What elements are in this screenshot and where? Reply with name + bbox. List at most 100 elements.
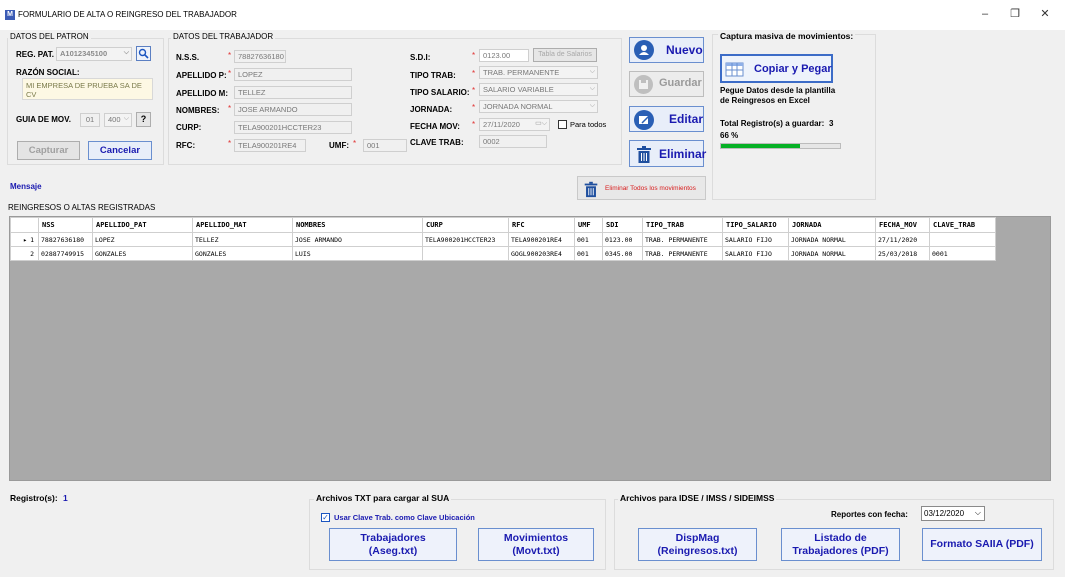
nss-label: N.S.S. bbox=[176, 53, 200, 62]
saiia-label: Formato SAIIA (PDF) bbox=[930, 538, 1034, 550]
editar-button[interactable]: Editar bbox=[629, 106, 704, 132]
guardar-button[interactable]: Guardar bbox=[629, 71, 704, 97]
fecha-mov-picker[interactable]: 27/11/2020 ▭⌵ bbox=[479, 118, 550, 131]
capturar-button[interactable]: Capturar bbox=[17, 141, 80, 160]
listado-label-2: Trabajadores (PDF) bbox=[792, 544, 889, 557]
registros-count-label: Registro(s): bbox=[10, 493, 58, 503]
reg-pat-select[interactable]: A1012345100 ⌵ bbox=[56, 47, 132, 61]
help-button[interactable]: ? bbox=[136, 112, 151, 127]
restore-button[interactable]: ❐ bbox=[1000, 5, 1030, 23]
dispmag-file: (Reingresos.txt) bbox=[657, 544, 738, 557]
apellido-m-field[interactable]: TELLEZ bbox=[234, 86, 352, 99]
table-row[interactable]: 2 02887749915 GONZALES GONZALES LUIS GOGL9002… bbox=[10, 246, 996, 261]
table-cell[interactable]: 0001 bbox=[929, 246, 996, 261]
table-cell[interactable]: JORNADA NORMAL bbox=[788, 246, 876, 261]
eliminar-todos-button[interactable]: Eliminar Todos los movimientos bbox=[577, 176, 706, 200]
movimientos-txt-button[interactable]: Movimientos (Movt.txt) bbox=[478, 528, 594, 561]
table-cell[interactable]: GONZALES bbox=[192, 246, 293, 261]
table-cell[interactable]: TELA900201HCCTER23 bbox=[422, 232, 509, 247]
table-row[interactable]: ▸ 1 78827636180 LOPEZ TELLEZ JOSE ARMANDO TELA… bbox=[10, 232, 996, 247]
masiva-title: Captura masiva de movimientos: bbox=[718, 31, 856, 41]
table-cell[interactable]: TELLEZ bbox=[192, 232, 293, 247]
sdi-label: S.D.I: bbox=[410, 53, 431, 62]
guia-mov-b: 400 bbox=[108, 115, 121, 124]
table-cell[interactable]: TRAB. PERMANENTE bbox=[642, 232, 723, 247]
listado-trabajadores-button[interactable]: Listado de Trabajadores (PDF) bbox=[781, 528, 900, 561]
close-button[interactable]: ✕ bbox=[1030, 5, 1060, 23]
table-cell[interactable]: SALARIO FIJO bbox=[722, 232, 789, 247]
apellido-p-field[interactable]: LOPEZ bbox=[234, 68, 352, 81]
tipo-salario-select[interactable]: SALARIO VARIABLE ⌵ bbox=[479, 83, 598, 96]
table-cell[interactable]: TELA900201RE4 bbox=[508, 232, 575, 247]
jornada-label: JORNADA: bbox=[410, 105, 453, 114]
jornada-select[interactable]: JORNADA NORMAL ⌵ bbox=[479, 100, 598, 113]
registros-grid[interactable]: NSS APELLIDO_PAT APELLIDO_MAT NOMBRES CURP RF… bbox=[9, 216, 1051, 481]
column-header[interactable]: FECHA_MOV bbox=[875, 217, 930, 233]
table-cell[interactable]: SALARIO FIJO bbox=[722, 246, 789, 261]
row-header[interactable]: ▸ 1 bbox=[10, 232, 39, 247]
formato-saiia-button[interactable]: Formato SAIIA (PDF) bbox=[922, 528, 1042, 561]
curp-field[interactable]: TELA900201HCCTER23 bbox=[234, 121, 352, 134]
trabajadores-txt-button[interactable]: Trabajadores (Aseg.txt) bbox=[329, 528, 457, 561]
column-header[interactable]: NSS bbox=[38, 217, 93, 233]
eliminar-button[interactable]: Eliminar bbox=[629, 140, 706, 167]
required-mark: * bbox=[472, 120, 476, 129]
cancelar-button[interactable]: Cancelar bbox=[88, 141, 152, 160]
nss-field[interactable]: 78827636180 bbox=[234, 50, 286, 63]
table-cell[interactable] bbox=[929, 232, 996, 247]
dispmag-button[interactable]: DispMag (Reingresos.txt) bbox=[638, 528, 757, 561]
table-cell[interactable]: 0345.00 bbox=[602, 246, 643, 261]
copiar-pegar-button[interactable]: Copiar y Pegar bbox=[720, 54, 833, 83]
column-header[interactable]: JORNADA bbox=[788, 217, 876, 233]
column-header[interactable]: CLAVE_TRAB bbox=[929, 217, 996, 233]
table-cell[interactable]: 0123.00 bbox=[602, 232, 643, 247]
column-header[interactable]: CURP bbox=[422, 217, 509, 233]
column-header[interactable]: SDI bbox=[602, 217, 643, 233]
razon-social-value: MI EMPRESA DE PRUEBA SA DE CV bbox=[22, 78, 153, 100]
save-icon bbox=[634, 75, 653, 94]
search-button[interactable] bbox=[136, 46, 151, 61]
column-header[interactable]: APELLIDO_MAT bbox=[192, 217, 293, 233]
table-cell[interactable]: LOPEZ bbox=[92, 232, 193, 247]
reportes-fecha-value: 03/12/2020 bbox=[924, 509, 965, 518]
table-cell[interactable]: 001 bbox=[574, 232, 603, 247]
column-header[interactable]: UMF bbox=[574, 217, 603, 233]
rfc-field[interactable]: TELA900201RE4 bbox=[234, 139, 306, 152]
tabla-salarios-button[interactable]: Tabla de Salarios bbox=[533, 48, 597, 62]
row-header[interactable]: 2 bbox=[10, 246, 39, 261]
guia-mov-label: GUIA DE MOV. bbox=[16, 115, 71, 124]
sdi-field[interactable]: 0123.00 bbox=[479, 49, 529, 62]
column-header[interactable]: NOMBRES bbox=[292, 217, 423, 233]
usar-clave-checkbox[interactable]: ✓ bbox=[321, 513, 330, 522]
column-header[interactable]: APELLIDO_PAT bbox=[92, 217, 193, 233]
table-cell[interactable]: GOGL900203RE4 bbox=[508, 246, 575, 261]
table-cell[interactable]: 001 bbox=[574, 246, 603, 261]
table-cell[interactable]: 02887749915 bbox=[38, 246, 93, 261]
table-cell[interactable]: LUIS bbox=[292, 246, 423, 261]
minimize-button[interactable]: – bbox=[970, 5, 1000, 23]
nombres-field[interactable]: JOSE ARMANDO bbox=[234, 103, 352, 116]
clave-trab-field[interactable]: 0002 bbox=[479, 135, 547, 148]
umf-field[interactable]: 001 bbox=[363, 139, 407, 152]
nuevo-button[interactable]: Nuevo bbox=[629, 37, 704, 63]
apellido-p-label: APELLIDO P: bbox=[176, 71, 227, 80]
table-cell[interactable]: GONZALES bbox=[92, 246, 193, 261]
editar-label: Editar bbox=[669, 112, 704, 126]
column-header[interactable]: RFC bbox=[508, 217, 575, 233]
table-cell[interactable]: JOSE ARMANDO bbox=[292, 232, 423, 247]
chevron-down-icon: ⌵ bbox=[589, 68, 595, 75]
column-header[interactable]: TIPO_SALARIO bbox=[722, 217, 789, 233]
guia-mov-select[interactable]: 400 ⌵ bbox=[104, 113, 132, 127]
table-cell[interactable]: 78827636180 bbox=[38, 232, 93, 247]
patron-group-label: DATOS DEL PATRON bbox=[8, 32, 91, 41]
table-cell[interactable]: 27/11/2020 bbox=[875, 232, 930, 247]
table-cell[interactable]: TRAB. PERMANENTE bbox=[642, 246, 723, 261]
table-cell[interactable]: JORNADA NORMAL bbox=[788, 232, 876, 247]
table-cell[interactable] bbox=[422, 246, 509, 261]
reportes-fecha-picker[interactable]: 03/12/2020 ⌵ bbox=[921, 506, 985, 521]
tipo-trab-select[interactable]: TRAB. PERMANENTE ⌵ bbox=[479, 66, 598, 79]
table-cell[interactable]: 25/03/2018 bbox=[875, 246, 930, 261]
column-header[interactable]: TIPO_TRAB bbox=[642, 217, 723, 233]
guia-mov-a[interactable]: 01 bbox=[80, 113, 100, 127]
para-todos-checkbox[interactable] bbox=[558, 120, 567, 129]
